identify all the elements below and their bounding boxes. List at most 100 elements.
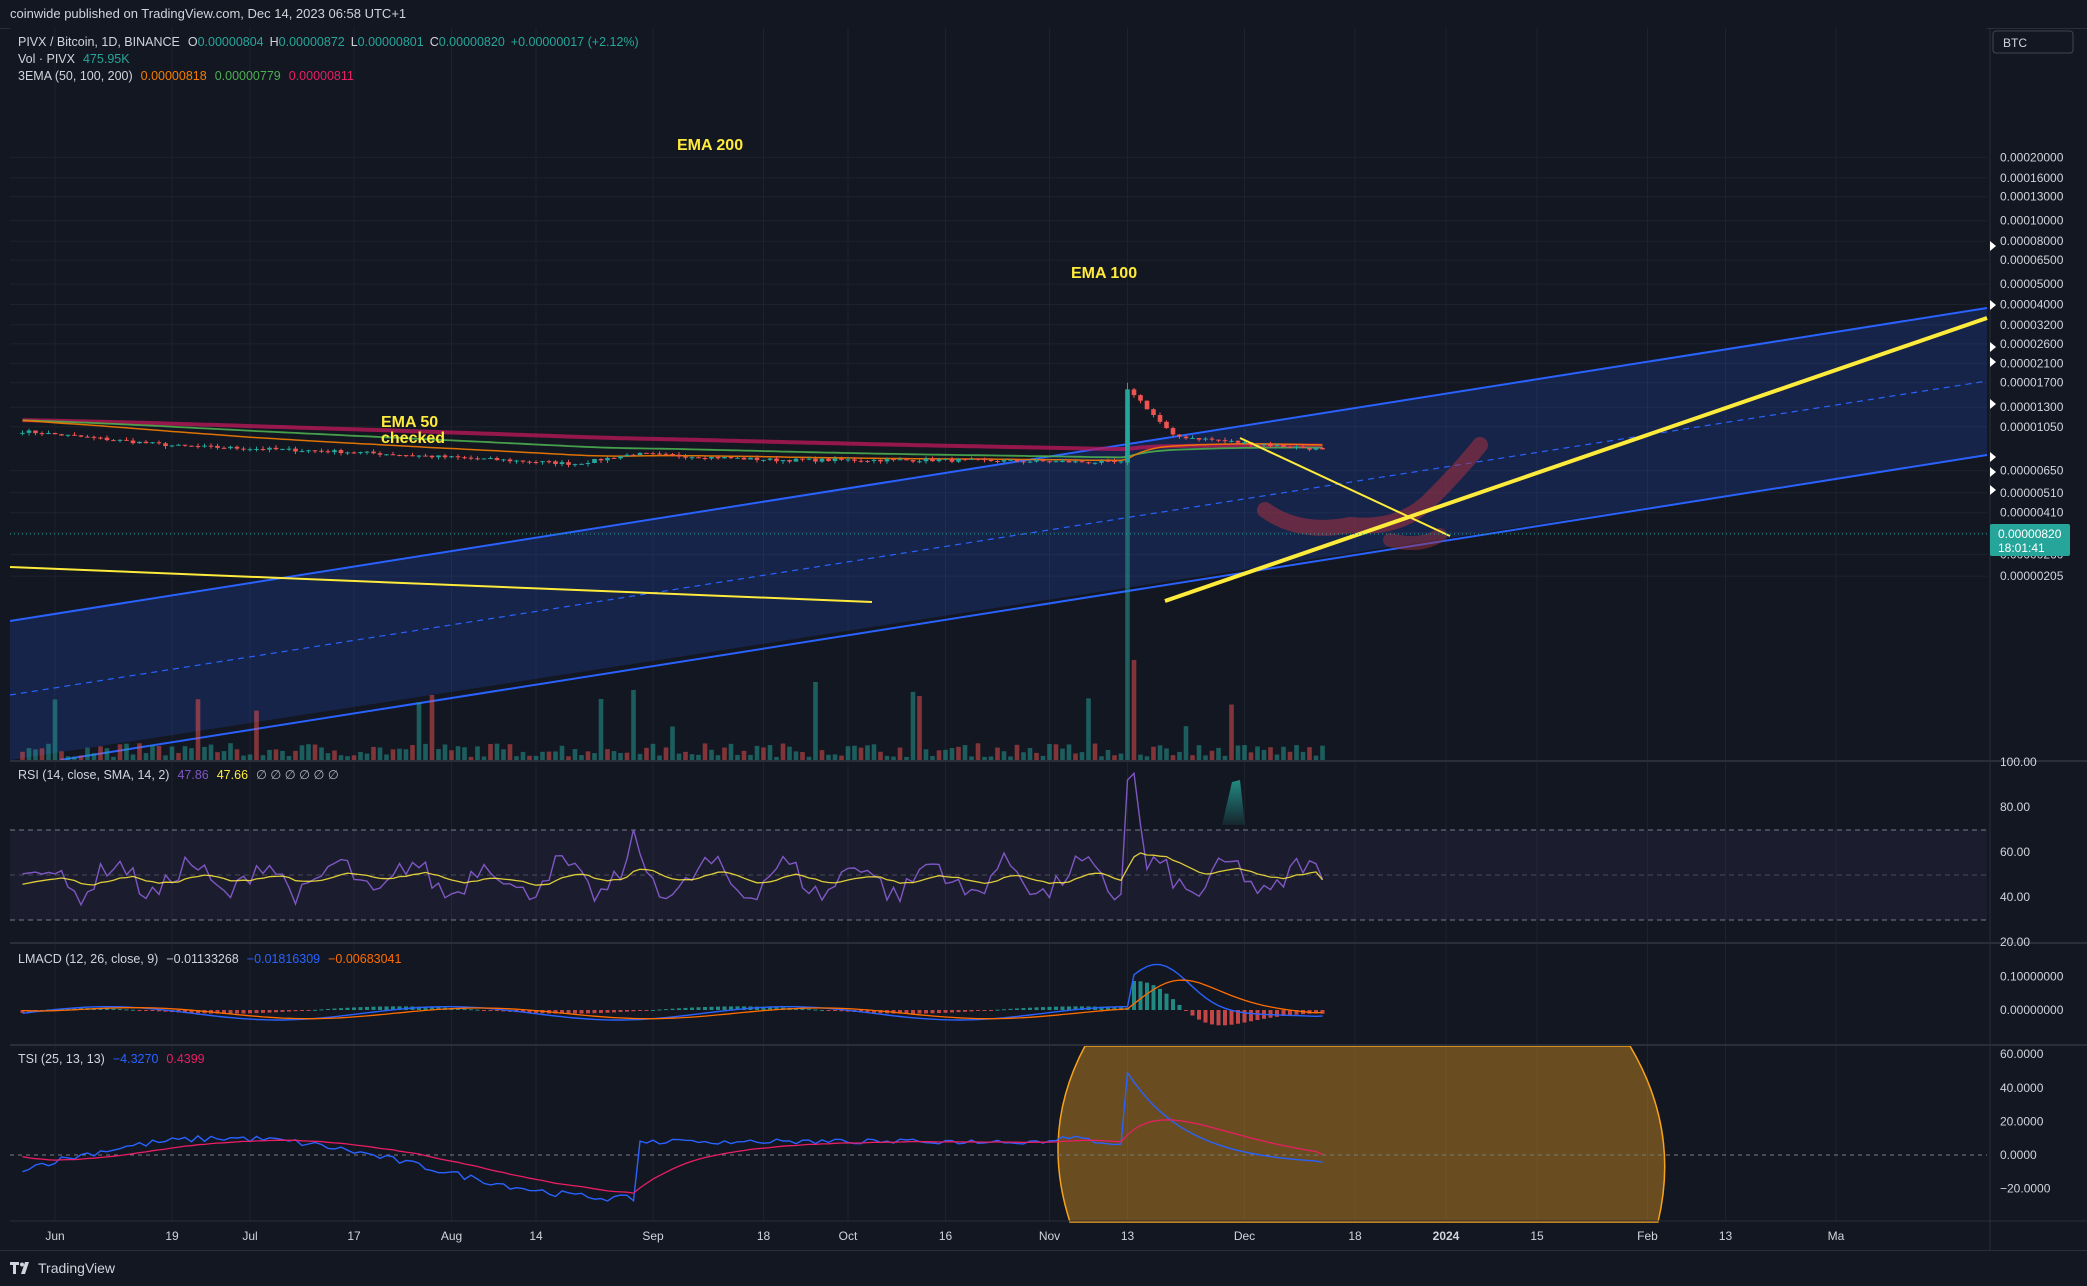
candle-body xyxy=(1138,395,1143,401)
volume-bar xyxy=(624,752,630,760)
candle-body xyxy=(676,454,682,457)
lmacd-hist-bar xyxy=(937,1010,941,1014)
candle-body xyxy=(1242,442,1247,444)
volume-bar xyxy=(923,749,929,760)
candle-body xyxy=(91,436,97,438)
candle-body xyxy=(605,457,610,461)
tradingview-chart-app: coinwide published on TradingView.com, D… xyxy=(0,0,2087,1286)
volume-bar xyxy=(98,746,103,760)
lmacd-hist-bar xyxy=(326,1008,330,1010)
candle-body xyxy=(923,458,929,462)
price-tick-label: 0.00000410 xyxy=(2000,506,2064,520)
volume-bar xyxy=(1138,754,1143,760)
candle-body xyxy=(189,445,194,447)
candle-body xyxy=(774,458,779,462)
lmacd-hist-bar xyxy=(677,1008,681,1010)
price-tick-label: 0.00003200 xyxy=(2000,318,2064,332)
time-tick-label: Jun xyxy=(45,1229,64,1243)
volume-bar xyxy=(176,752,181,760)
candle-body xyxy=(982,459,987,461)
lmacd-hist-bar xyxy=(599,1010,603,1013)
lmacd-hist-bar xyxy=(248,1010,252,1014)
candle-body xyxy=(1222,440,1228,442)
volume-bar xyxy=(1170,755,1176,760)
volume-bar xyxy=(52,699,58,760)
candle-body xyxy=(995,460,1000,462)
volume-bar xyxy=(312,744,318,760)
candle-body xyxy=(507,459,513,462)
candle-body xyxy=(85,436,90,438)
candle-body xyxy=(1320,447,1325,450)
volume-bar xyxy=(462,747,467,760)
time-tick-label: 13 xyxy=(1121,1229,1135,1243)
volume-bar xyxy=(858,747,864,760)
candle-body xyxy=(1060,460,1065,462)
volume-bar xyxy=(1047,744,1052,760)
volume-bar xyxy=(1222,755,1228,760)
lmacd-legend: LMACD (12, 26, close, 9) −0.01133268 −0.01… xyxy=(18,952,401,966)
candle-body xyxy=(767,458,773,460)
tsi-tick-label: 60.0000 xyxy=(2000,1047,2044,1061)
time-tick-label: Nov xyxy=(1039,1229,1060,1243)
candle-body xyxy=(546,461,552,463)
lmacd-hist-bar xyxy=(664,1009,668,1011)
volume-bar xyxy=(813,682,818,760)
candle-body xyxy=(1112,460,1117,463)
candle-body xyxy=(364,451,370,453)
lmacd-hist-bar xyxy=(943,1010,948,1013)
price-axis[interactable]: 0.00020000 0.00016000 0.00013000 0.00010000… xyxy=(2000,150,2064,1195)
candle-body xyxy=(949,458,955,462)
volume-bar xyxy=(163,755,168,760)
price-tick-label: 0.00004000 xyxy=(2000,298,2064,312)
candle-body xyxy=(618,456,623,459)
chart-area[interactable]: EMA 200 EMA 100 EMA 50 checked PIVX / Bi… xyxy=(0,28,2087,1250)
volume-bar xyxy=(254,710,259,760)
volume-bar xyxy=(403,749,409,760)
lmacd-hist-bar xyxy=(813,1009,818,1011)
lmacd-hist-bar xyxy=(573,1010,577,1014)
candle-body xyxy=(1027,461,1033,463)
candle-body xyxy=(624,454,630,457)
time-tick-label: Dec xyxy=(1234,1229,1255,1243)
candle-body xyxy=(267,447,272,450)
candle-body xyxy=(709,456,714,459)
candle-body xyxy=(351,452,357,454)
candle-body xyxy=(910,460,916,462)
candle-body xyxy=(163,443,168,447)
volume-bar xyxy=(670,726,675,760)
candle-body xyxy=(39,433,45,435)
candle-body xyxy=(254,448,259,450)
lmacd-hist-bar xyxy=(313,1009,317,1011)
volume-bar xyxy=(585,751,591,760)
tradingview-logo[interactable]: TradingView xyxy=(10,1260,115,1276)
svg-text:3EMA (50, 100, 200)0.000008180: 3EMA (50, 100, 200) 0.00000818 0.00000779 0… xyxy=(18,69,354,83)
volume-bar xyxy=(689,754,695,760)
volume-bar xyxy=(839,755,844,760)
candle-body xyxy=(1079,461,1085,463)
time-tick-label: 15 xyxy=(1530,1229,1544,1243)
volume-bar xyxy=(767,745,773,760)
candle-body xyxy=(1261,444,1267,446)
volume-bar xyxy=(598,698,604,760)
volume-bar xyxy=(436,749,441,760)
candle-body xyxy=(1281,444,1286,447)
candle-body xyxy=(1203,438,1208,440)
lmacd-hist-bar xyxy=(651,1009,655,1011)
volume-bar xyxy=(332,750,337,760)
volume-bar xyxy=(845,746,851,760)
candle-body xyxy=(1216,439,1221,441)
time-axis[interactable]: Jun 19 Jul 17 Aug 14 Sep 18 Oct 16 Nov 13 Dec 18 2024 1… xyxy=(45,1229,1844,1243)
volume-bar xyxy=(683,751,688,760)
candle-body xyxy=(208,445,214,447)
lmacd-hist-bar xyxy=(293,1010,298,1012)
candle-body xyxy=(1099,460,1104,463)
tsi-pane[interactable] xyxy=(10,1046,1987,1221)
tsi-tick-label: 40.0000 xyxy=(2000,1081,2044,1095)
candle-body xyxy=(728,457,734,459)
volume-bar xyxy=(371,746,376,760)
volume-bar xyxy=(241,755,246,760)
lmacd-hist-bar xyxy=(274,1010,278,1013)
candle-body xyxy=(559,462,565,465)
candle-body xyxy=(494,458,500,461)
volume-bar xyxy=(1118,753,1124,760)
